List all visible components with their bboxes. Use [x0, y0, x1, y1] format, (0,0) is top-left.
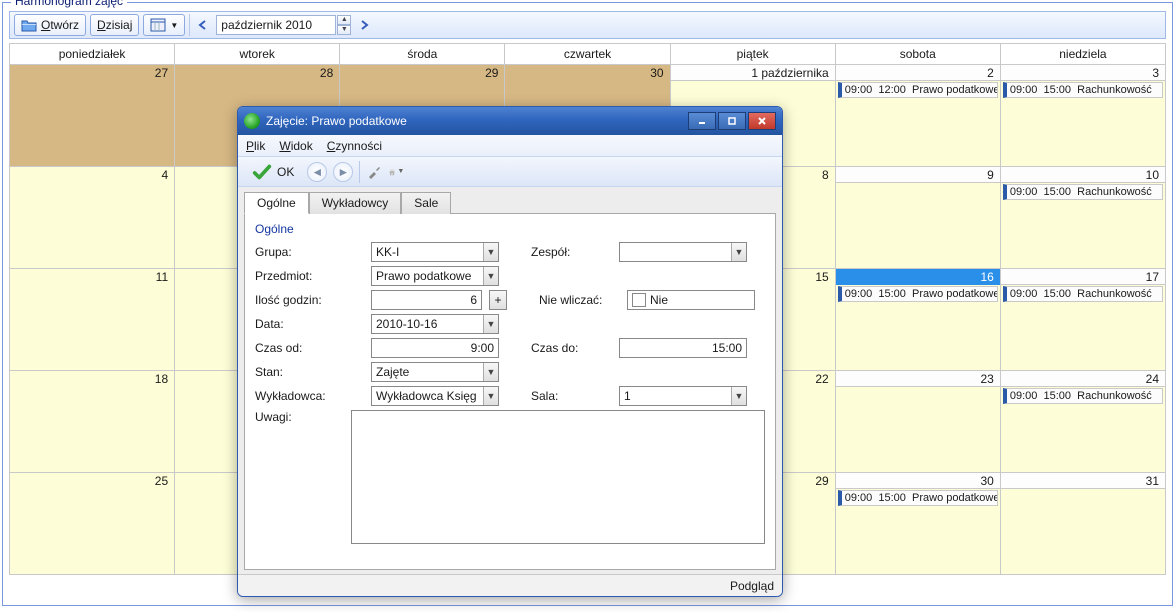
col-wed: środa: [340, 44, 505, 65]
day-cell[interactable]: 23: [835, 371, 1000, 473]
col-tue: wtorek: [175, 44, 340, 65]
col-sat: sobota: [835, 44, 1000, 65]
day-cell[interactable]: 17 09:00 15:00 Rachunkowość: [1000, 269, 1165, 371]
app-icon: [244, 113, 260, 129]
print-icon[interactable]: ▼: [388, 164, 404, 180]
czasdo-input[interactable]: 15:00: [619, 338, 747, 358]
day-cell[interactable]: 3 09:00 15:00 Rachunkowość: [1000, 65, 1165, 167]
tab-lecturers[interactable]: Wykładowcy: [309, 192, 402, 214]
label-data: Data:: [255, 317, 363, 331]
calendar-event[interactable]: 09:00 15:00 Rachunkowość: [1003, 184, 1163, 200]
label-grupa: Grupa:: [255, 245, 363, 259]
day-cell[interactable]: 27: [10, 65, 175, 167]
label-stan: Stan:: [255, 365, 363, 379]
day-cell[interactable]: 4: [10, 167, 175, 269]
label-czasdo: Czas do:: [531, 341, 611, 355]
data-combo[interactable]: 2010-10-16▼: [371, 314, 499, 334]
day-cell[interactable]: 25: [10, 473, 175, 575]
label-przedmiot: Przedmiot:: [255, 269, 363, 283]
tab-page-general: Ogólne Grupa: KK-I▼ Zespół: ▼ Przedmiot:…: [244, 213, 776, 570]
calendar-event[interactable]: 09:00 15:00 Rachunkowość: [1003, 82, 1163, 98]
tab-rooms[interactable]: Sale: [401, 192, 451, 214]
zespol-combo[interactable]: ▼: [619, 242, 747, 262]
day-cell[interactable]: 9: [835, 167, 1000, 269]
col-fri: piątek: [670, 44, 835, 65]
day-cell[interactable]: 10 09:00 15:00 Rachunkowość: [1000, 167, 1165, 269]
label-ilosc: Ilość godzin:: [255, 293, 363, 307]
label-wykladowca: Wykładowca:: [255, 389, 363, 403]
tools-icon[interactable]: [366, 164, 382, 180]
folder-icon: [21, 18, 37, 32]
prev-month-button[interactable]: [194, 16, 212, 34]
sala-combo[interactable]: 1▼: [619, 386, 747, 406]
menu-file[interactable]: Plik: [246, 139, 265, 153]
czasod-input[interactable]: 9:00: [371, 338, 499, 358]
today-button[interactable]: Dzisiaj: [90, 14, 139, 36]
day-cell[interactable]: 18: [10, 371, 175, 473]
day-cell[interactable]: 2 09:00 12:00 Prawo podatkowe: [835, 65, 1000, 167]
calendar-event[interactable]: 09:00 12:00 Prawo podatkowe: [838, 82, 998, 98]
grupa-combo[interactable]: KK-I▼: [371, 242, 499, 262]
col-mon: poniedziałek: [10, 44, 175, 65]
przedmiot-combo[interactable]: Prawo podatkowe▼: [371, 266, 499, 286]
calendar-event[interactable]: 09:00 15:00 Prawo podatkowe: [838, 490, 998, 506]
day-cell[interactable]: 16 09:00 15:00 Prawo podatkowe: [835, 269, 1000, 371]
label-uwagi: Uwagi:: [255, 410, 343, 424]
dialog-menu: Plik Widok Czynności: [238, 135, 782, 157]
menu-view[interactable]: Widok: [279, 139, 312, 153]
label-niewliczac: Nie wliczać:: [539, 293, 619, 307]
open-button[interactable]: Otwórz: [14, 14, 86, 36]
label-czasod: Czas od:: [255, 341, 363, 355]
dialog-title: Zajęcie: Prawo podatkowe: [266, 114, 407, 128]
ok-button[interactable]: OK: [244, 158, 301, 186]
day-cell[interactable]: 30 09:00 15:00 Prawo podatkowe: [835, 473, 1000, 575]
day-cell[interactable]: 31: [1000, 473, 1165, 575]
uwagi-textarea[interactable]: [351, 410, 765, 544]
month-spinner[interactable]: ▲▼: [337, 15, 351, 35]
day-cell[interactable]: 24 09:00 15:00 Rachunkowość: [1000, 371, 1165, 473]
toolbar-separator: [189, 14, 190, 36]
maximize-button[interactable]: [718, 112, 746, 130]
month-input[interactable]: październik 2010: [216, 15, 336, 35]
col-sun: niedziela: [1000, 44, 1165, 65]
stan-combo[interactable]: Zajęte▼: [371, 362, 499, 382]
col-thu: czwartek: [505, 44, 670, 65]
dialog-statusbar: Podgląd: [238, 574, 782, 596]
close-button[interactable]: [748, 112, 776, 130]
next-record-button[interactable]: ►: [333, 162, 353, 182]
dialog-titlebar[interactable]: Zajęcie: Prawo podatkowe: [238, 107, 782, 135]
day-cell[interactable]: 11: [10, 269, 175, 371]
label-sala: Sala:: [531, 389, 611, 403]
main-toolbar: Otwórz Dzisiaj ▼ październik 2010 ▲▼: [9, 11, 1166, 39]
wykladowca-combo[interactable]: Wykładowca Księgowość▼: [371, 386, 499, 406]
ilosc-plus-button[interactable]: +: [489, 290, 507, 310]
open-label-rest: twórz: [50, 18, 79, 32]
panel-title: Harmonogram zajęć: [11, 0, 127, 8]
event-dialog: Zajęcie: Prawo podatkowe Plik Widok Czyn…: [237, 106, 783, 597]
label-zespol: Zespół:: [531, 245, 611, 259]
ilosc-input[interactable]: 6: [371, 290, 482, 310]
menu-actions[interactable]: Czynności: [327, 139, 382, 153]
niewliczac-field[interactable]: Nie: [627, 290, 755, 310]
view-mode-button[interactable]: ▼: [143, 14, 185, 36]
minimize-button[interactable]: [688, 112, 716, 130]
next-month-button[interactable]: [355, 16, 373, 34]
calendar-event[interactable]: 09:00 15:00 Rachunkowość: [1003, 286, 1163, 302]
tab-general[interactable]: Ogólne: [244, 192, 309, 214]
section-heading: Ogólne: [255, 222, 765, 236]
calendar-event[interactable]: 09:00 15:00 Prawo podatkowe: [838, 286, 998, 302]
dialog-toolbar: OK ◄ ► ▼: [238, 157, 782, 187]
status-text: Podgląd: [730, 579, 774, 593]
niewliczac-checkbox[interactable]: [632, 293, 646, 307]
prev-record-button[interactable]: ◄: [307, 162, 327, 182]
calendar-event[interactable]: 09:00 15:00 Rachunkowość: [1003, 388, 1163, 404]
